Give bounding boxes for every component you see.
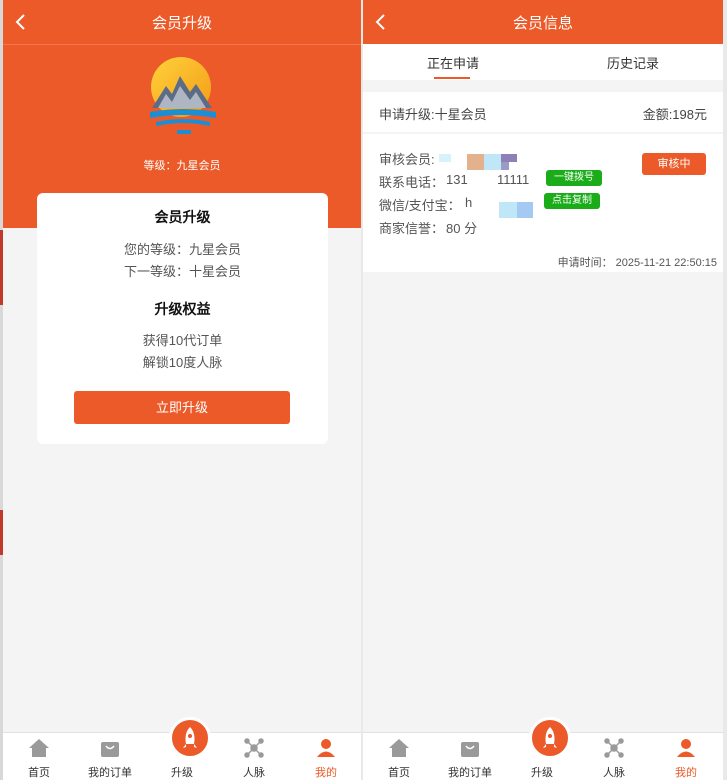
reviewer-label: 审核会员: [379, 152, 435, 167]
rocket-icon [529, 717, 571, 759]
shopping-bag-icon [461, 742, 479, 757]
network-icon [244, 738, 264, 758]
benefit-item: 解锁10度人脉 [142, 355, 223, 370]
home-icon [29, 739, 49, 757]
dial-button[interactable]: 一键拨号 [546, 170, 602, 186]
redacted-reviewer [484, 154, 501, 170]
application-summary: 申请升级:十星会员 金额:198元 [363, 92, 723, 132]
nav-mine[interactable]: 我的 [651, 733, 721, 780]
nav-network[interactable]: 人脉 [579, 733, 649, 780]
page-title: 会员信息 [512, 15, 573, 32]
active-tab-indicator [434, 77, 470, 79]
nav-orders[interactable]: 我的订单 [75, 733, 145, 780]
wechat-value: h [465, 195, 473, 210]
reviewer-detail: 审核会员: 联系电话： 131 11111 一键拨号 微信/支付宝： h 点击复… [363, 134, 723, 272]
redacted-wechat [517, 202, 533, 218]
top-bar: 会员信息 [363, 0, 723, 44]
card-heading: 会员升级 [154, 209, 211, 225]
credit-label: 商家信誉： [379, 221, 445, 236]
rocket-icon [169, 717, 211, 759]
phone-label: 联系电话： [379, 175, 445, 190]
apply-time: 申请时间： 2025-11-21 22:50:15 [557, 257, 717, 269]
copy-button[interactable]: 点击复制 [544, 193, 600, 209]
shopping-bag-icon [101, 742, 119, 757]
nav-upgrade[interactable]: 升级 [147, 717, 217, 780]
nav-upgrade[interactable]: 升级 [507, 717, 577, 780]
tab-history[interactable]: 历史记录 [543, 53, 723, 72]
member-level: 等级：九星会员 [143, 160, 221, 172]
upgrade-card: 会员升级 您的等级：九星会员 下一等级：十星会员 升级权益 获得10代订单 解锁… [37, 193, 328, 444]
upgrade-screen: 会员升级 等级：九星会员 会员升级 您的等级：九星会员 下一等级：十星会员 升级… [3, 0, 361, 780]
apply-level: 申请升级:十星会员 [379, 107, 487, 122]
tab-bar: 正在申请 历史记录 [363, 44, 723, 80]
bottom-nav: 首页 我的订单 升级 人脉 我的 [363, 717, 723, 780]
network-icon [604, 738, 624, 758]
user-icon [317, 739, 335, 757]
nav-orders[interactable]: 我的订单 [435, 733, 505, 780]
page-title: 会员升级 [151, 15, 212, 32]
nav-mine[interactable]: 我的 [291, 733, 361, 780]
top-bar: 会员升级 [3, 0, 361, 44]
benefits-heading: 升级权益 [154, 301, 211, 317]
brand-logo [150, 57, 216, 134]
nav-home[interactable]: 首页 [4, 733, 74, 780]
credit-value: 80 分 [446, 221, 478, 236]
next-level: 下一等级：十星会员 [123, 264, 241, 279]
member-info-screen: 会员信息 正在申请 历史记录 申请升级:十星会员 金额:198元 审核会员: 联… [363, 0, 723, 780]
phone-start: 131 [446, 172, 468, 187]
amount: 金额:198元 [642, 107, 707, 122]
redacted-reviewer [501, 154, 517, 162]
wechat-label: 微信/支付宝： [379, 198, 461, 213]
nav-network[interactable]: 人脉 [219, 733, 289, 780]
bottom-nav: 首页 我的订单 升级 人脉 我的 [3, 717, 361, 780]
phone-end: 11111 [497, 172, 530, 187]
redacted-reviewer [467, 154, 484, 170]
home-icon [389, 739, 409, 757]
user-icon [677, 739, 695, 757]
upgrade-now-button[interactable]: 立即升级 [74, 391, 290, 424]
redacted-reviewer [501, 162, 509, 170]
tab-pending[interactable]: 正在申请 [363, 53, 543, 72]
status-badge: 审核中 [642, 153, 706, 175]
benefit-item: 获得10代订单 [142, 333, 223, 348]
nav-home[interactable]: 首页 [364, 733, 434, 780]
redacted-reviewer [439, 154, 451, 162]
current-level: 您的等级：九星会员 [123, 242, 241, 257]
redacted-wechat [499, 202, 517, 218]
